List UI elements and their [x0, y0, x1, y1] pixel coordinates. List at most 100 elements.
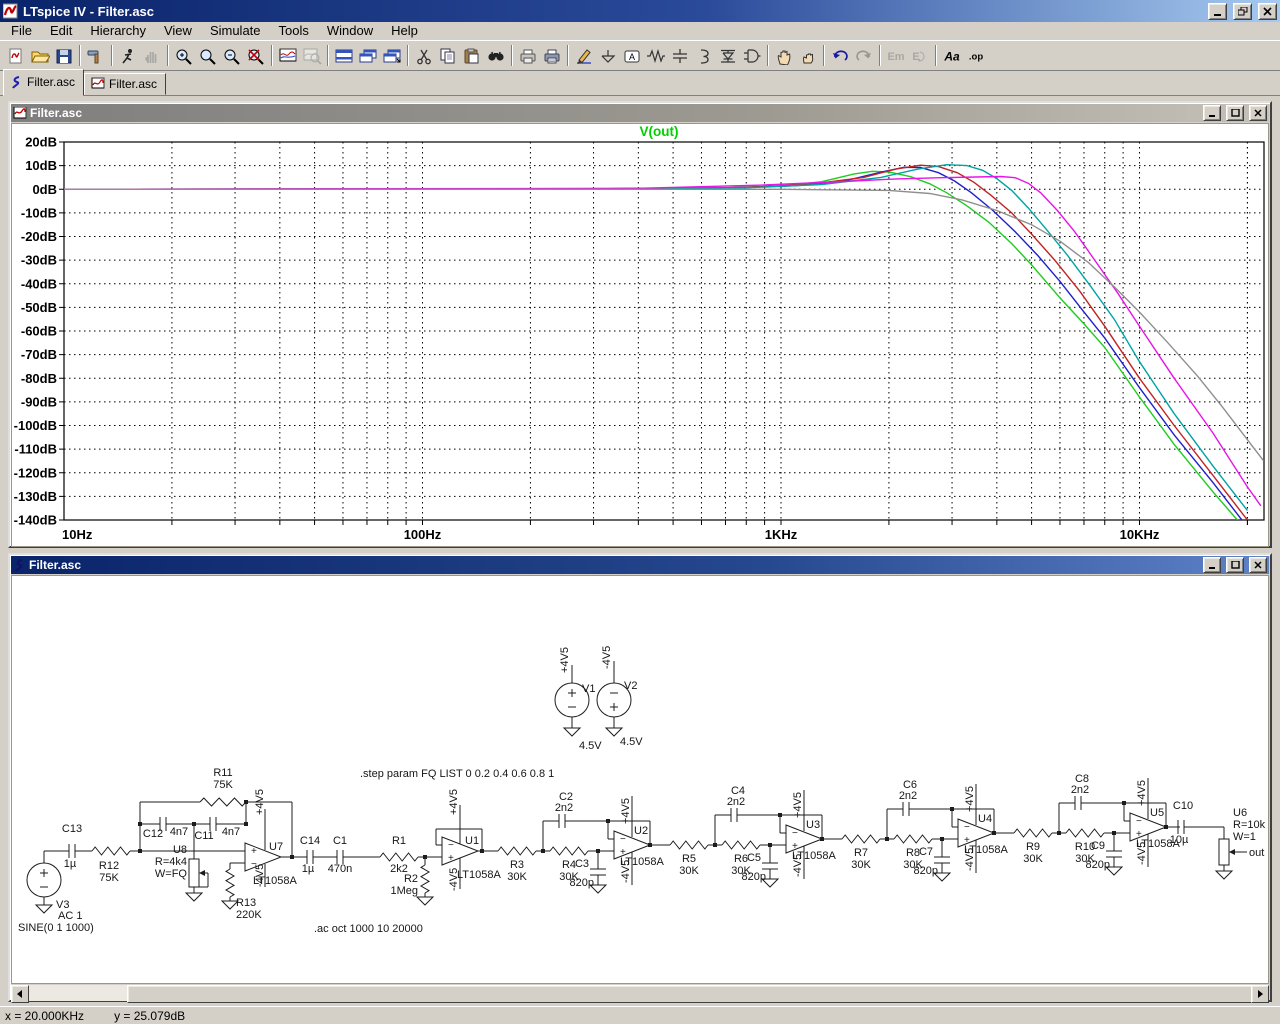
waveform-plot[interactable]: 20dB10dB0dB-10dB-20dB-30dB-40dB-50dB-60d…	[12, 124, 1269, 544]
move-icon[interactable]	[772, 44, 796, 67]
schematic-canvas[interactable]: +−−+−+−+−+−+R330KR430KC22n2C3820pU2LT105…	[12, 576, 1268, 981]
new-schematic-icon[interactable]	[4, 44, 28, 67]
restore-button[interactable]	[1233, 3, 1252, 20]
net-label-icon[interactable]: A	[620, 44, 644, 67]
svg-text:−: −	[1136, 816, 1142, 827]
svg-text:+: +	[251, 846, 257, 857]
plot-title[interactable]: V(out)	[640, 124, 679, 139]
scroll-left-button[interactable]	[11, 985, 29, 1003]
svg-text:1µ: 1µ	[302, 863, 315, 875]
zoom-previous-icon[interactable]	[196, 44, 220, 67]
toolbar-separator	[327, 45, 329, 66]
tile-windows-icon[interactable]	[332, 44, 356, 67]
svg-text:-4V5: -4V5	[792, 854, 804, 877]
tab-waveform[interactable]: Filter.asc	[84, 73, 166, 95]
capacitor	[62, 844, 82, 858]
schematic-window-title: Filter.asc	[29, 558, 81, 572]
svg-text:C11: C11	[194, 830, 213, 842]
zoom-out-icon[interactable]	[220, 44, 244, 67]
zoom-in-icon[interactable]	[172, 44, 196, 67]
plot-window-title: Filter.asc	[30, 106, 82, 120]
new-window-icon[interactable]	[380, 44, 404, 67]
svg-text:10Hz: 10Hz	[62, 527, 93, 542]
plot-window[interactable]: Filter.asc 20dB10dB0dB-10dB-20dB-30dB-40…	[8, 101, 1272, 548]
spice-directive-icon[interactable]: .op	[964, 44, 988, 67]
toolbar-separator	[511, 45, 513, 66]
menu-file[interactable]: File	[2, 22, 41, 40]
app-titlebar[interactable]: LTspice IV - Filter.asc	[0, 0, 1280, 22]
resistor	[498, 847, 536, 855]
menu-tools[interactable]: Tools	[270, 22, 318, 40]
inductor-icon[interactable]	[692, 44, 716, 67]
schematic-maximize-button[interactable]	[1226, 557, 1244, 573]
menu-edit[interactable]: Edit	[41, 22, 81, 40]
svg-text:-60dB: -60dB	[21, 324, 57, 339]
plot-window-titlebar[interactable]: Filter.asc	[11, 104, 1269, 122]
component-icon[interactable]	[740, 44, 764, 67]
capacitor-icon[interactable]	[668, 44, 692, 67]
schematic-window-titlebar[interactable]: Filter.asc	[11, 556, 1269, 574]
cut-icon[interactable]	[412, 44, 436, 67]
svg-text:R2: R2	[404, 873, 418, 885]
save-icon[interactable]	[52, 44, 76, 67]
minimize-button[interactable]	[1208, 3, 1227, 20]
print-preview-icon[interactable]	[516, 44, 540, 67]
menu-view[interactable]: View	[155, 22, 201, 40]
undo-icon[interactable]	[828, 44, 852, 67]
zoom-fit-icon[interactable]	[244, 44, 268, 67]
toolbar-separator	[567, 45, 569, 66]
svg-text:220K: 220K	[236, 909, 262, 921]
scrollbar-thumb[interactable]	[127, 985, 1252, 1003]
svg-text:A: A	[629, 52, 635, 62]
svg-text:470n: 470n	[328, 863, 352, 875]
ground-symbol	[564, 728, 580, 736]
plot-close-button[interactable]	[1249, 105, 1267, 121]
capacitor	[300, 850, 320, 864]
scroll-right-button[interactable]	[1251, 985, 1269, 1003]
svg-text:-90dB: -90dB	[21, 394, 57, 409]
menu-simulate[interactable]: Simulate	[201, 22, 270, 40]
schematic-close-button[interactable]	[1249, 557, 1267, 573]
cascade-windows-icon[interactable]	[356, 44, 380, 67]
horizontal-scrollbar[interactable]	[11, 985, 1269, 1001]
resistor	[200, 798, 246, 806]
resistor-icon[interactable]	[644, 44, 668, 67]
text-icon[interactable]: Aa	[940, 44, 964, 67]
drag-icon[interactable]	[796, 44, 820, 67]
svg-text:+4V5: +4V5	[1136, 780, 1148, 806]
svg-text:10KHz: 10KHz	[1120, 527, 1160, 542]
run-icon[interactable]	[116, 44, 140, 67]
waveform-tab-icon	[91, 77, 105, 90]
schematic-labels[interactable]: R330KR430KC22n2C3820pU2LT1058A+4V5-4V5R5…	[18, 646, 1266, 935]
diode-icon[interactable]	[716, 44, 740, 67]
close-button[interactable]	[1258, 3, 1277, 20]
ground-icon[interactable]	[596, 44, 620, 67]
svg-text:V2: V2	[624, 680, 637, 692]
menu-help[interactable]: Help	[382, 22, 427, 40]
autorange-icon[interactable]	[276, 44, 300, 67]
tab-label: Filter.asc	[109, 77, 157, 91]
wire-icon[interactable]	[572, 44, 596, 67]
plot-minimize-button[interactable]	[1203, 105, 1221, 121]
tab-bar: Filter.asc Filter.asc	[0, 71, 1280, 96]
find-icon[interactable]	[484, 44, 508, 67]
menu-window[interactable]: Window	[318, 22, 382, 40]
svg-text:30K: 30K	[1023, 853, 1043, 865]
svg-text:R9: R9	[1026, 841, 1040, 853]
svg-text:U2: U2	[634, 825, 648, 837]
schematic-window[interactable]: Filter.asc +−−+−+−+−+−+R330KR430KC22n2C3…	[8, 553, 1272, 1002]
paste-icon[interactable]	[460, 44, 484, 67]
resistor	[92, 847, 130, 855]
svg-text:.step param FQ LIST 0 0.2 0.4: .step param FQ LIST 0 0.2 0.4 0.6 0.8 1	[360, 768, 554, 780]
schematic-minimize-button[interactable]	[1203, 557, 1221, 573]
copy-icon[interactable]	[436, 44, 460, 67]
open-icon[interactable]	[28, 44, 52, 67]
control-panel-icon[interactable]	[84, 44, 108, 67]
print-icon[interactable]	[540, 44, 564, 67]
toolbar-separator	[823, 45, 825, 66]
menu-hierarchy[interactable]: Hierarchy	[81, 22, 155, 40]
svg-text:30K: 30K	[679, 865, 699, 877]
app-icon	[3, 3, 19, 19]
tab-schematic[interactable]: Filter.asc	[3, 69, 84, 96]
plot-maximize-button[interactable]	[1226, 105, 1244, 121]
